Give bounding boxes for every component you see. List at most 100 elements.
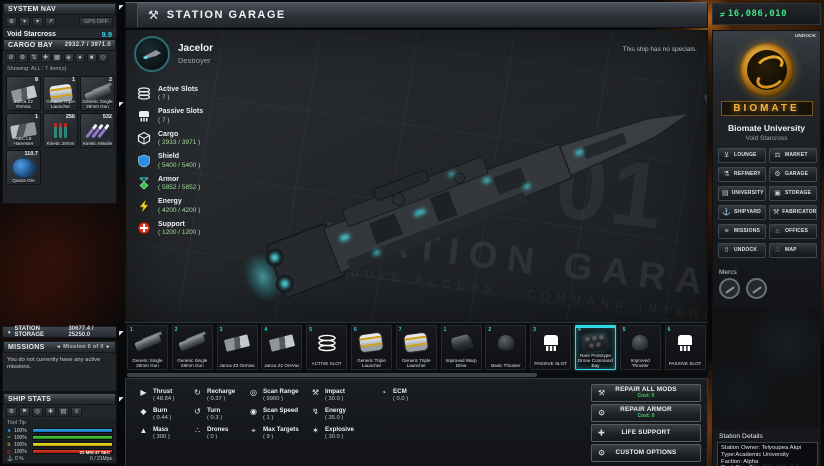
cargo-item-harvester[interactable]: 1 ABC L8 Harvester [6, 113, 41, 148]
scan-icon[interactable]: ⊕ [6, 17, 17, 27]
active-slot-3[interactable]: 3 Janca Z2 OreVac [216, 325, 258, 370]
empty-passive-slot-icon [531, 329, 570, 356]
medic-icon[interactable]: ✚ [45, 407, 56, 417]
next-mission-icon[interactable]: ► [106, 344, 111, 350]
cargo-item-quaza-ore[interactable]: 110.7 Quaza Ore [6, 150, 41, 185]
gps-toggle-button[interactable]: GPS OFF [78, 17, 113, 27]
active-slot-2[interactable]: 2 Generic Single 28mm Gun [171, 325, 213, 370]
undock-mini-link[interactable]: UNDOCK [795, 34, 816, 39]
armor-pct: 100% [14, 434, 27, 441]
support-bar: 21 MIN 47 SEC [32, 448, 113, 455]
filter-ore-icon[interactable]: ◈ [63, 53, 74, 63]
active-slot-1[interactable]: 1 Generic Single 28mm Gun [127, 325, 168, 370]
slot-scrollbar-thumb[interactable] [127, 373, 537, 377]
stat-ecm: ◔ ECM( 0.0 ) [378, 388, 408, 402]
passive-slot-6-empty[interactable]: 6 PASSIVE SLOT [664, 325, 706, 370]
brand-name: BIOMATE [720, 101, 813, 116]
refinery-button[interactable]: ⚗ REFINERY [718, 167, 766, 182]
cargo-item-triple-launcher[interactable]: 1 Generic Triple Launcher [43, 76, 78, 111]
gear-icon[interactable]: ⚙ [6, 407, 17, 417]
ship-avatar[interactable] [134, 36, 170, 72]
cargo-bay-header[interactable]: CARGO BAY 2932.7 / 3971.0 [3, 39, 116, 51]
active-slot-5-empty[interactable]: 5 ACTIVE SLOT [306, 325, 348, 370]
ecm-icon: ◔ [381, 388, 386, 397]
passive-slot-4-selected[interactable]: 4 Rare Prototype Drone Command Bay [574, 325, 616, 370]
cargo-item-orevac[interactable]: 8 Janca Z2 OreVac [6, 76, 41, 111]
missions-button[interactable]: ≡ MISSIONS [718, 224, 766, 239]
system-nav-header[interactable]: SYSTEM NAV [3, 3, 116, 15]
sidebar-backdrop [714, 307, 819, 429]
storage-button[interactable]: ▣ STORAGE [769, 186, 817, 201]
waypoint-icon[interactable]: ▾ [19, 17, 30, 27]
repair-armor-button[interactable]: ⚙ REPAIR ARMOR Cost: 0 [591, 404, 701, 422]
repair-all-mods-button[interactable]: ⚒ REPAIR ALL MODS Cost: 0 [591, 384, 701, 402]
filter-all-icon[interactable]: ⊘ [6, 53, 16, 63]
stat-label: Shield [158, 153, 180, 160]
support-stat-icon: ◎ [6, 448, 12, 455]
missions-header[interactable]: MISSIONS ◄ Mission 0 of 0 ► [3, 341, 116, 353]
flag-icon[interactable]: ⚑ [19, 407, 30, 417]
slot-label: Generic Triple Launcher [401, 358, 431, 368]
merc-slot-2[interactable] [746, 278, 767, 299]
cargo-item-kinetic-missile[interactable]: 532 Kinetic Missile [80, 113, 115, 148]
stat-burn: ◆ Burn( 0.44 ) [138, 407, 175, 421]
stat-cargo: Cargo ( 2933 / 3971 ) [136, 127, 203, 150]
stat-mass: ▲ Mass( 300 ) [139, 426, 170, 440]
ship-viewport[interactable]: 01 STATION GARAGE MODULE ACCESS / COMMAN… [125, 30, 708, 322]
passive-slot-5[interactable]: 5 Improved Thruster [619, 325, 661, 370]
armor-bar [32, 434, 113, 441]
lounge-button[interactable]: ⊻ LOUNGE [718, 148, 766, 163]
filter-goods-icon[interactable]: ● [75, 53, 85, 63]
active-slot-7[interactable]: 7 Generic Triple Launcher [395, 325, 437, 370]
active-slot-6[interactable]: 6 Generic Triple Launcher [350, 325, 392, 370]
orb-icon[interactable]: ◎ [32, 407, 43, 417]
map-button[interactable]: ∴ MAP [769, 243, 817, 258]
travel-icon[interactable]: ↗ [45, 17, 56, 27]
active-slot-4[interactable]: 4 Janca Z2 OreVac [261, 325, 303, 370]
cargo-view-icon[interactable]: ▤ [58, 407, 69, 417]
empty-passive-slot-icon [666, 329, 705, 356]
detail-type: Type:Academic University [721, 451, 789, 458]
university-button[interactable]: ▤ UNIVERSITY [718, 186, 766, 201]
item-name: Kinetic Missile [82, 141, 113, 147]
passive-slot-3-empty[interactable]: 3 PASSIVE SLOT [530, 325, 572, 370]
autopilot-icon[interactable]: ▾ [32, 17, 43, 27]
ship-thumbnail-icon [143, 50, 161, 60]
slot-number: 2 [174, 327, 178, 333]
ship-stats-header[interactable]: SHIP STATS [3, 393, 116, 405]
passive-slot-1[interactable]: 1 Improved Warp Drive [440, 325, 482, 370]
sort-icon[interactable]: ⇅ [29, 53, 39, 63]
offices-button[interactable]: ⌂ OFFICES [769, 224, 817, 239]
fit-col-5: ◔ ECM( 0.0 ) [378, 388, 408, 402]
station-storage-title: STATION STORAGE [14, 326, 45, 338]
station-storage-bar[interactable]: ▼ STATION STORAGE 30677.4 / 25250.0 [2, 326, 117, 338]
slot-number: 6 [667, 327, 671, 333]
passive-slot-2[interactable]: 2 Basic Thruster [485, 325, 527, 370]
custom-options-button[interactable]: ⚙ CUSTOM OPTIONS [591, 444, 701, 462]
cargo-item-28mm-gun[interactable]: 2 Generic Single 28mm Gun [80, 76, 115, 111]
support-timer: 21 MIN 47 SEC [79, 449, 110, 455]
stat-max-targets: ⌖ Max Targets( 9 ) [248, 426, 298, 440]
ship-identity: Jacelor Destroyer [134, 36, 213, 72]
launcher-icon [352, 329, 391, 356]
filter-grid-icon[interactable]: ▦ [52, 53, 62, 63]
cargo-capacity: 2932.7 / 3971.0 [64, 42, 111, 48]
fabricator-button[interactable]: ⚒ FABRICATOR [769, 205, 817, 220]
repair-all-cost: Cost: 0 [637, 393, 655, 400]
shipyard-button[interactable]: ⚓ SHIPYARD [718, 205, 766, 220]
eject-icon: ⇧ [723, 247, 730, 255]
undock-button[interactable]: ⇧ UNDOCK [718, 243, 766, 258]
slot-label: Generic Triple Launcher [357, 358, 386, 368]
list-icon[interactable]: ≡ [71, 407, 82, 417]
market-button[interactable]: ⚖ MARKET [769, 148, 817, 163]
prev-mission-icon[interactable]: ◄ [56, 344, 61, 350]
filter-mods-icon[interactable]: ⚙ [17, 53, 28, 63]
slot-number: 6 [353, 327, 357, 333]
life-support-button[interactable]: ✚ LIFE SUPPORT [591, 424, 701, 442]
filter-blocks-icon[interactable]: ■ [86, 53, 97, 63]
merc-slot-1[interactable] [719, 278, 740, 299]
garage-button[interactable]: ⚙ GARAGE [769, 167, 817, 182]
filter-ammo-icon[interactable]: ✚ [40, 53, 51, 63]
cargo-item-kinetic-28mm[interactable]: 256 Kinetic 28mm [43, 113, 78, 148]
filter-misc-icon[interactable]: ◇ [98, 53, 108, 63]
